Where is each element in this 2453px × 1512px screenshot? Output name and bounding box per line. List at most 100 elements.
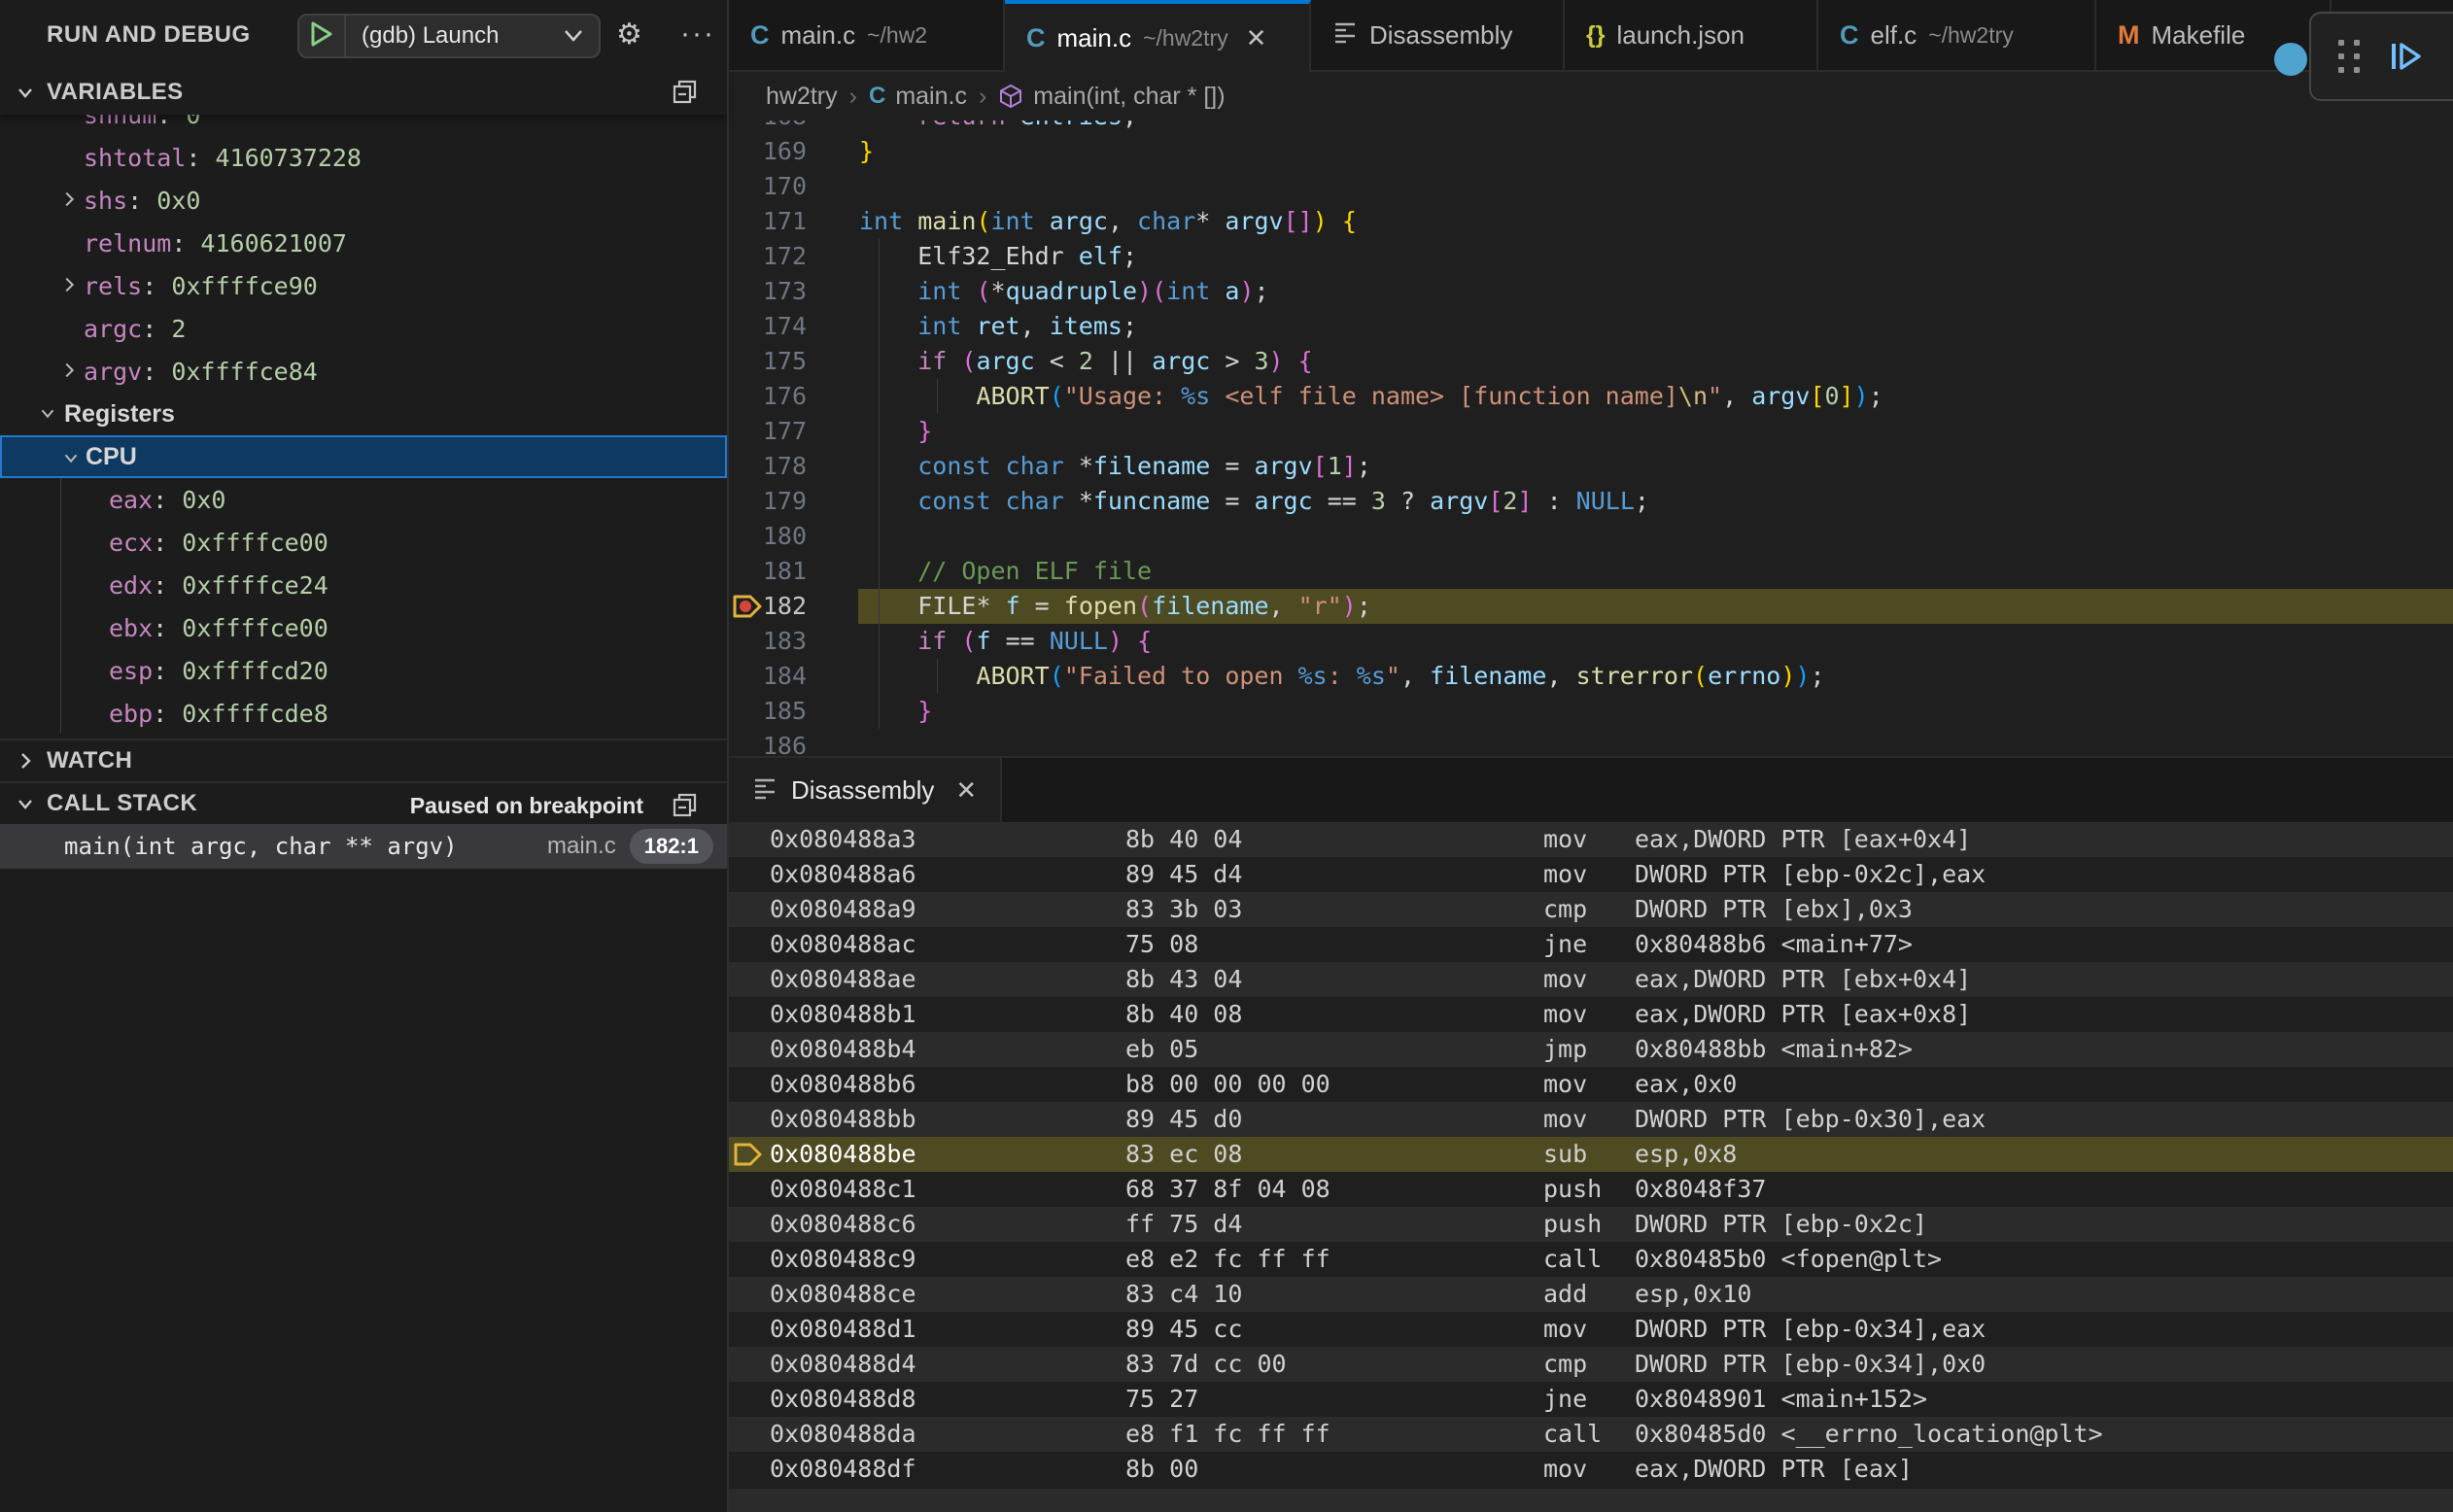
code-line-172[interactable]: 172 Elf32_Ehdr elf; <box>729 239 2453 274</box>
variable-row-ebx[interactable]: ebx: 0xffffce00 <box>0 606 727 649</box>
chevron-right-icon[interactable] <box>58 360 80 381</box>
variable-row-registers[interactable]: Registers <box>0 393 727 435</box>
disassembly-row-0x080488a9[interactable]: 0x080488a983 3b 03cmpDWORD PTR [ebx],0x3 <box>729 892 2453 927</box>
disassembly-row-0x080488da[interactable]: 0x080488dae8 f1 fc ff ffcall0x80485d0 <_… <box>729 1417 2453 1452</box>
breadcrumb-label: hw2try <box>766 83 838 111</box>
call-stack-frame[interactable]: main(int argc, char ** argv) main.c 182:… <box>0 824 727 869</box>
code-text: const char *filename = argv[1]; <box>859 449 1371 484</box>
disassembly-row-0x080488c9[interactable]: 0x080488c9e8 e2 fc ff ffcall0x80485b0 <f… <box>729 1242 2453 1277</box>
code-line-186[interactable]: 186 <box>729 729 2453 756</box>
chevron-down-icon[interactable] <box>60 447 82 468</box>
tab-main-c[interactable]: Cmain.c~/hw2 <box>729 0 1005 70</box>
tab-label: main.c <box>781 20 856 51</box>
code-line-168[interactable]: 168 return entries; <box>729 120 2453 134</box>
instruction-bytes: 8b 40 04 <box>1125 822 1242 857</box>
disassembly-row-0x080488a3[interactable]: 0x080488a38b 40 04moveax,DWORD PTR [eax+… <box>729 822 2453 857</box>
disassembly-row-0x080488ac[interactable]: 0x080488ac75 08jne0x80488b6 <main+77> <box>729 927 2453 962</box>
chevron-down-icon[interactable] <box>14 81 39 104</box>
code-line-180[interactable]: 180 <box>729 519 2453 554</box>
code-line-182[interactable]: 182 FILE* f = fopen(filename, "r"); <box>729 589 2453 624</box>
watch-section-header[interactable]: WATCH <box>0 739 727 781</box>
tab-elf-c[interactable]: Celf.c~/hw2try <box>1818 0 2096 70</box>
code-line-176[interactable]: 176 ABORT("Usage: %s <elf file name> [fu… <box>729 379 2453 414</box>
variable-row-ebp[interactable]: ebp: 0xffffcde8 <box>0 692 727 735</box>
variable-row-esp[interactable]: esp: 0xffffcd20 <box>0 649 727 692</box>
debug-status-text: Paused on breakpoint <box>410 793 643 819</box>
collapse-all-icon[interactable] <box>671 78 700 112</box>
breadcrumb-item-2[interactable]: Cmain.c <box>869 83 967 111</box>
variable-row-eax[interactable]: eax: 0x0 <box>0 478 727 521</box>
variable-row-relnum[interactable]: relnum: 4160621007 <box>0 222 727 264</box>
code-line-170[interactable]: 170 <box>729 169 2453 204</box>
disassembly-row-0x080488be[interactable]: 0x080488be83 ec 08subesp,0x8 <box>729 1137 2453 1172</box>
disassembly-row-0x080488c6[interactable]: 0x080488c6ff 75 d4pushDWORD PTR [ebp-0x2… <box>729 1207 2453 1242</box>
instruction-address: 0x080488b1 <box>770 997 916 1032</box>
variable-row-edx[interactable]: edx: 0xffffce24 <box>0 564 727 606</box>
code-editor[interactable]: 168 return entries;169}170171int main(in… <box>729 120 2453 756</box>
collapse-all-icon[interactable] <box>671 791 700 825</box>
instruction-operands: 0x8048f37 <box>1635 1172 1766 1207</box>
tab-disassembly[interactable]: Disassembly <box>1311 0 1565 70</box>
variable-row-argc[interactable]: argc: 2 <box>0 307 727 350</box>
disassembly-row-0x080488b4[interactable]: 0x080488b4eb 05jmp0x80488bb <main+82> <box>729 1032 2453 1067</box>
chevron-right-icon[interactable] <box>58 274 80 295</box>
chevron-right-icon[interactable] <box>14 749 39 773</box>
disassembly-row-0x080488b1[interactable]: 0x080488b18b 40 08moveax,DWORD PTR [eax+… <box>729 997 2453 1032</box>
disassembly-row-0x080488d1[interactable]: 0x080488d189 45 ccmovDWORD PTR [ebp-0x34… <box>729 1312 2453 1347</box>
breadcrumb-item-1[interactable]: hw2try <box>766 83 838 111</box>
variables-title: VARIABLES <box>47 79 184 106</box>
variable-row-shtotal[interactable]: shtotal: 4160737228 <box>0 136 727 179</box>
variable-row-cpu[interactable]: CPU <box>0 435 727 478</box>
code-line-173[interactable]: 173 int (*quadruple)(int a); <box>729 274 2453 309</box>
disassembly-row-0x080488df[interactable]: 0x080488df8b 00moveax,DWORD PTR [eax] <box>729 1452 2453 1487</box>
disassembly-row-0x080488d8[interactable]: 0x080488d875 27jne0x8048901 <main+152> <box>729 1382 2453 1417</box>
code-line-181[interactable]: 181 // Open ELF file <box>729 554 2453 589</box>
disassembly-row-0x080488ae[interactable]: 0x080488ae8b 43 04moveax,DWORD PTR [ebx+… <box>729 962 2453 997</box>
code-line-178[interactable]: 178 const char *filename = argv[1]; <box>729 449 2453 484</box>
instruction-operands: 0x80485d0 <__errno_location@plt> <box>1635 1417 2103 1452</box>
code-line-174[interactable]: 174 int ret, items; <box>729 309 2453 344</box>
debug-toolbar[interactable] <box>2309 12 2453 101</box>
instruction-operands: DWORD PTR [ebp-0x34],eax <box>1635 1312 1986 1347</box>
variables-section-header[interactable]: VARIABLES <box>0 70 727 115</box>
chevron-right-icon[interactable] <box>58 189 80 210</box>
code-line-177[interactable]: 177 } <box>729 414 2453 449</box>
instruction-bytes: 89 45 d4 <box>1125 857 1242 892</box>
chevron-down-icon[interactable] <box>14 792 39 815</box>
code-line-175[interactable]: 175 if (argc < 2 || argc > 3) { <box>729 344 2453 379</box>
code-line-185[interactable]: 185 } <box>729 694 2453 729</box>
variable-value: 0x0 <box>156 187 200 215</box>
disassembly-tab[interactable]: Disassembly ✕ <box>729 758 1002 822</box>
disassembly-row-0x080488bb[interactable]: 0x080488bb89 45 d0movDWORD PTR [ebp-0x30… <box>729 1102 2453 1137</box>
code-text: if (f == NULL) { <box>859 624 1152 659</box>
code-line-179[interactable]: 179 const char *funcname = argc == 3 ? a… <box>729 484 2453 519</box>
variable-row-argv[interactable]: argv: 0xffffce84 <box>0 350 727 393</box>
breadcrumb-item-3[interactable]: main(int, char * []) <box>998 83 1225 111</box>
code-line-184[interactable]: 184 ABORT("Failed to open %s: %s", filen… <box>729 659 2453 694</box>
code-line-171[interactable]: 171int main(int argc, char* argv[]) { <box>729 204 2453 239</box>
tab-launch-json[interactable]: {}launch.json <box>1565 0 1818 70</box>
instruction-bytes: eb 05 <box>1125 1032 1198 1067</box>
disassembly-row-0x080488d4[interactable]: 0x080488d483 7d cc 00cmpDWORD PTR [ebp-0… <box>729 1347 2453 1382</box>
variable-row-rels[interactable]: rels: 0xffffce90 <box>0 264 727 307</box>
variable-row-shs[interactable]: shs: 0x0 <box>0 179 727 222</box>
line-number: 175 <box>729 344 807 379</box>
variable-row-ecx[interactable]: ecx: 0xffffce00 <box>0 521 727 564</box>
line-number: 171 <box>729 204 807 239</box>
disassembly-row-0x080488c1[interactable]: 0x080488c168 37 8f 04 08push0x8048f37 <box>729 1172 2453 1207</box>
code-line-169[interactable]: 169} <box>729 134 2453 169</box>
disassembly-row-0x080488a6[interactable]: 0x080488a689 45 d4movDWORD PTR [ebp-0x2c… <box>729 857 2453 892</box>
sidebar-resize-handle[interactable] <box>727 0 729 1512</box>
instruction-operands: DWORD PTR [ebp-0x34],0x0 <box>1635 1347 1986 1382</box>
close-icon[interactable]: ✕ <box>1246 23 1267 53</box>
disassembly-row-0x080488ce[interactable]: 0x080488ce83 c4 10addesp,0x10 <box>729 1277 2453 1312</box>
instruction-bytes: 8b 00 <box>1125 1452 1198 1487</box>
code-line-183[interactable]: 183 if (f == NULL) { <box>729 624 2453 659</box>
close-icon[interactable]: ✕ <box>955 775 977 806</box>
chevron-down-icon[interactable] <box>37 402 58 424</box>
disassembly-row-0x080488b6[interactable]: 0x080488b6b8 00 00 00 00moveax,0x0 <box>729 1067 2453 1102</box>
call-stack-section-header[interactable]: CALL STACK Paused on breakpoint <box>0 781 727 824</box>
tab-main-c[interactable]: Cmain.c~/hw2try✕ <box>1005 0 1311 72</box>
drag-grip-icon[interactable] <box>2338 40 2362 73</box>
continue-icon[interactable] <box>2387 37 2426 76</box>
